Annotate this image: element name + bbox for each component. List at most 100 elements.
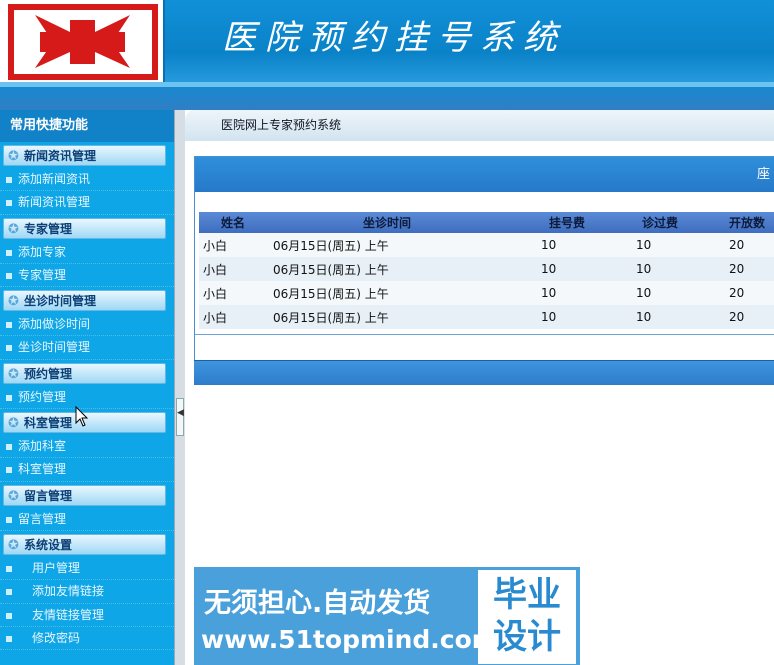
cell-consult-fee: 10 [636, 281, 729, 305]
menu-item-news-manage[interactable]: 新闻资讯管理 [0, 191, 174, 215]
group-label: 新闻资讯管理 [24, 149, 97, 163]
cell-time: 06月15日(周五) 上午 [271, 233, 541, 257]
panel-title: 座 [195, 157, 774, 192]
group-label: 坐诊时间管理 [24, 294, 97, 309]
sidebar-splitter[interactable] [174, 110, 185, 665]
site-title: 医院预约挂号系统 [222, 18, 566, 58]
table-row[interactable]: 小白 06月15日(周五) 上午 10 10 20 [199, 305, 774, 329]
column-header-open-count: 开放数 [729, 212, 774, 233]
cell-fee: 10 [541, 281, 636, 305]
top-band [0, 87, 774, 110]
banner-left: 无须担心.自动发货 www.51topmind.com [194, 567, 498, 665]
bullet-icon [6, 635, 12, 642]
column-header-name: 姓名 [199, 212, 271, 233]
menu-item-change-password[interactable]: 修改密码 [0, 627, 174, 651]
menu-label: 添加专家 [18, 244, 67, 259]
star-icon: ✪ [8, 221, 19, 237]
bullet-icon [6, 612, 12, 619]
bullet-icon [6, 516, 12, 523]
cell-name: 小白 [199, 257, 271, 281]
group-label: 专家管理 [24, 221, 73, 236]
cell-fee: 10 [541, 305, 636, 329]
group-messages[interactable]: ✪ 留言管理 [3, 484, 166, 506]
cell-consult-fee: 10 [636, 233, 729, 257]
cell-name: 小白 [199, 281, 271, 305]
menu-label: 添加新闻资讯 [18, 172, 91, 186]
menu-item-add-link[interactable]: 添加友情链接 [0, 580, 174, 604]
column-header-consult-fee: 诊过费 [636, 212, 729, 233]
menu-item-link-manage[interactable]: 友情链接管理 [0, 604, 174, 627]
star-icon: ✪ [8, 149, 19, 164]
bullet-icon [6, 345, 12, 352]
menu-item-department-manage[interactable]: 科室管理 [0, 458, 174, 482]
cell-consult-fee: 10 [636, 257, 729, 281]
banner-badge: 毕业 设计 [478, 570, 576, 664]
group-schedule[interactable]: ✪ 坐诊时间管理 [3, 290, 166, 312]
cell-open-count: 20 [729, 233, 774, 257]
cell-open-count: 20 [729, 281, 774, 305]
menu-label: 用户管理 [32, 560, 81, 575]
cell-open-count: 20 [729, 257, 774, 281]
star-icon: ✪ [8, 366, 19, 382]
column-header-time: 坐诊时间 [271, 212, 541, 233]
menu-item-expert-manage[interactable]: 专家管理 [0, 264, 174, 288]
group-news[interactable]: ✪ 新闻资讯管理 [3, 145, 166, 166]
bullet-icon [6, 394, 12, 401]
menu-item-user-manage[interactable]: 用户管理 [0, 557, 174, 581]
ad-banner[interactable]: 无须担心.自动发货 www.51topmind.com 毕业 设计 [194, 567, 580, 665]
breadcrumb: 医院网上专家预约系统 [185, 110, 774, 141]
header: 医院预约挂号系统 [0, 0, 774, 87]
cell-time: 06月15日(周五) 上午 [271, 281, 541, 305]
star-icon: ✪ [8, 294, 19, 310]
bullet-icon [6, 444, 12, 451]
menu-label: 友情链接管理 [32, 607, 105, 622]
menu-item-message-manage[interactable]: 留言管理 [0, 508, 174, 531]
panel-footer [194, 360, 774, 385]
table-row[interactable]: 小白 06月15日(周五) 上午 10 10 20 [199, 257, 774, 281]
cell-name: 小白 [199, 233, 271, 257]
menu-label: 新闻资讯管理 [18, 195, 91, 210]
group-appointments[interactable]: ✪ 预约管理 [3, 362, 166, 384]
group-settings[interactable]: ✪ 系统设置 [3, 533, 166, 555]
bullet-icon [6, 249, 12, 256]
menu-label: 预约管理 [18, 389, 67, 404]
schedule-table: 姓名 坐诊时间 挂号费 诊过费 开放数 小白 06月15日(周五) 上午 10 … [199, 212, 774, 329]
bullet-icon [6, 200, 12, 207]
star-icon: ✪ [8, 537, 19, 553]
table-row[interactable]: 小白 06月15日(周五) 上午 10 10 20 [199, 281, 774, 305]
red-cross-icon [0, 0, 165, 84]
banner-slogan: 无须担心.自动发货 [204, 588, 431, 619]
bullet-icon [6, 467, 12, 474]
cell-time: 06月15日(周五) 上午 [271, 257, 541, 281]
menu-label: 专家管理 [18, 267, 67, 282]
menu-item-add-schedule[interactable]: 添加做诊时间 [0, 313, 174, 337]
menu-label: 修改密码 [32, 630, 81, 645]
menu-label: 坐诊时间管理 [18, 340, 91, 355]
bullet-icon [6, 272, 12, 279]
sidebar-title: 常用快捷功能 [0, 110, 174, 142]
banner-badge-bottom: 设计 [493, 617, 561, 657]
group-label: 系统设置 [24, 537, 73, 552]
panel-divider [195, 334, 774, 335]
menu-item-add-department[interactable]: 添加科室 [0, 435, 174, 459]
bullet-icon [6, 589, 12, 596]
cell-open-count: 20 [729, 305, 774, 329]
menu-item-add-expert[interactable]: 添加专家 [0, 241, 174, 264]
star-icon: ✪ [8, 488, 19, 504]
menu-label: 科室管理 [18, 462, 67, 477]
menu-item-add-news[interactable]: 添加新闻资讯 [0, 168, 174, 192]
menu-item-schedule-manage[interactable]: 坐诊时间管理 [0, 336, 174, 360]
cell-fee: 10 [541, 257, 636, 281]
cell-time: 06月15日(周五) 上午 [271, 305, 541, 329]
table-row[interactable]: 小白 06月15日(周五) 上午 10 10 20 [199, 233, 774, 257]
cell-consult-fee: 10 [636, 305, 729, 329]
cell-fee: 10 [541, 233, 636, 257]
menu-label: 添加做诊时间 [18, 317, 91, 332]
menu-label: 留言管理 [18, 511, 67, 526]
menu-label: 添加科室 [18, 439, 67, 454]
bullet-icon [6, 177, 12, 183]
group-experts[interactable]: ✪ 专家管理 [3, 217, 166, 239]
bullet-icon [6, 322, 12, 329]
mouse-cursor-icon [75, 405, 89, 431]
menu-label: 添加友情链接 [32, 584, 105, 599]
